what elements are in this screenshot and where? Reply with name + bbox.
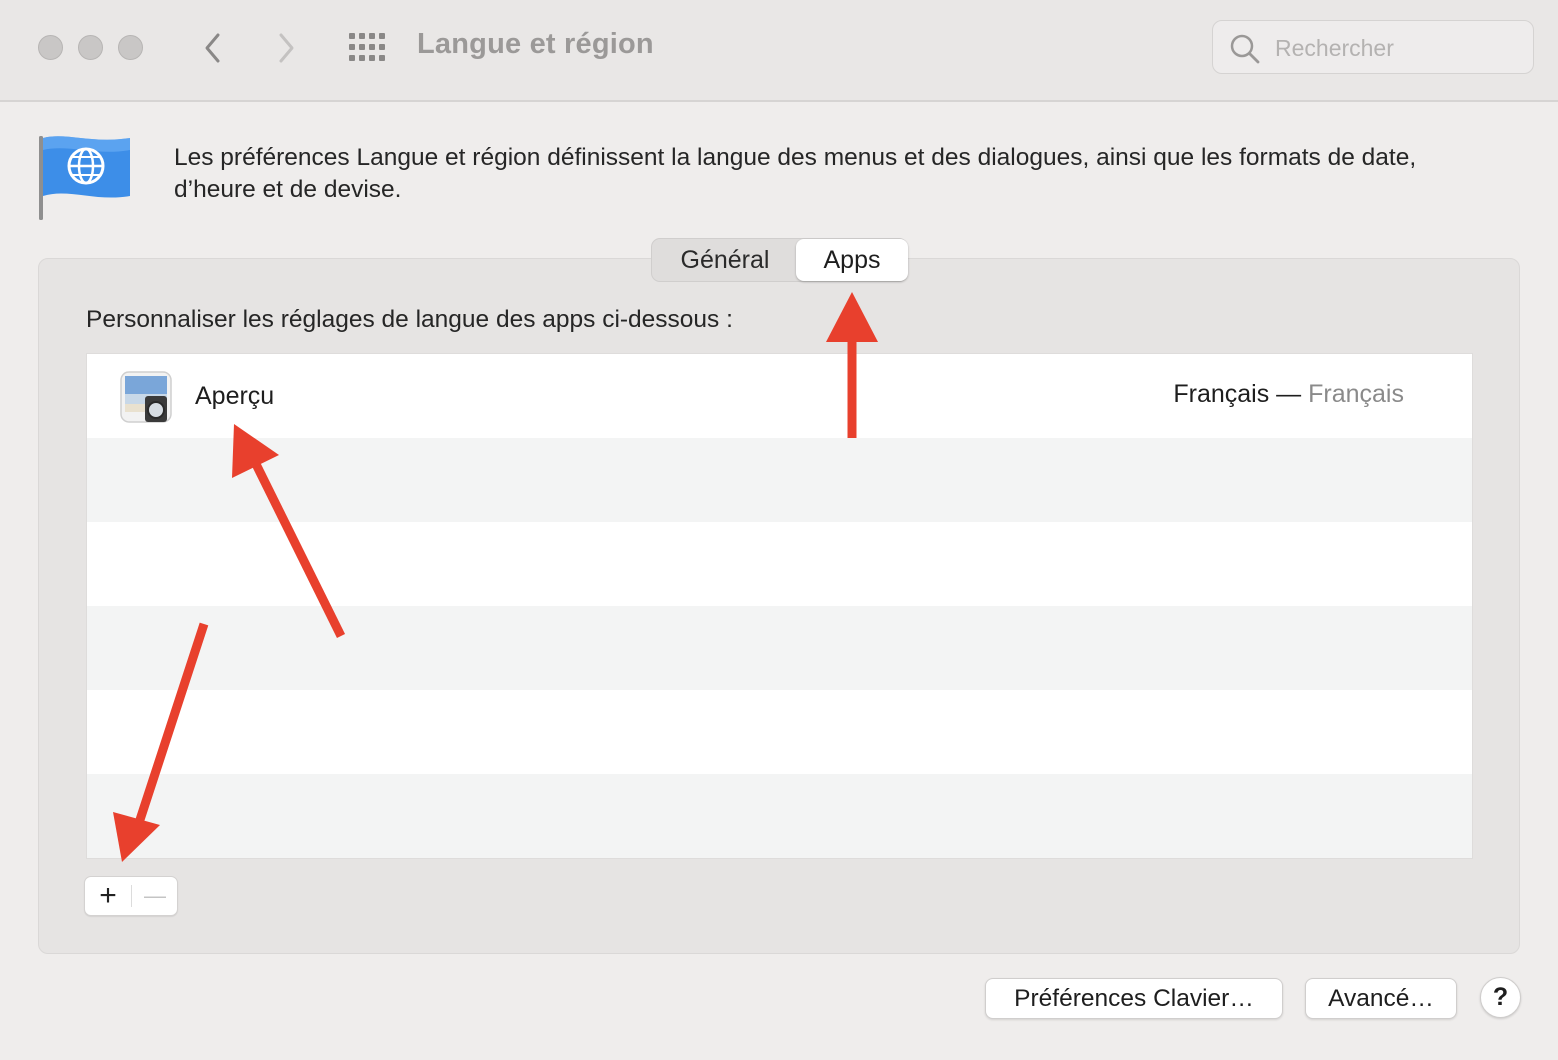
window-title: Langue et région: [417, 28, 654, 60]
back-button[interactable]: [193, 26, 233, 70]
add-app-button[interactable]: +: [85, 877, 131, 915]
empty-list-row: [87, 690, 1472, 774]
list-item-apercu[interactable]: Aperçu Français — Français: [87, 354, 1472, 438]
toolbar: Langue et région: [0, 0, 1558, 102]
advanced-button[interactable]: Avancé…: [1305, 978, 1457, 1019]
app-language-native: Français: [1308, 380, 1404, 408]
preview-app-icon: [120, 371, 172, 423]
show-all-grid-icon[interactable]: [349, 33, 387, 61]
search-icon: [1230, 34, 1260, 64]
preferences-window: Langue et région Les préférences Langue …: [0, 0, 1558, 1060]
close-window-button[interactable]: [38, 35, 63, 60]
empty-list-row: [87, 774, 1472, 858]
app-language[interactable]: Français — Français: [1173, 380, 1404, 409]
tab-apps[interactable]: Apps: [796, 239, 908, 281]
app-language-list: Aperçu Français — Français: [86, 353, 1473, 859]
empty-list-row: [87, 438, 1472, 522]
forward-button[interactable]: [266, 26, 306, 70]
search-field[interactable]: [1212, 20, 1534, 74]
empty-list-row: [87, 606, 1472, 690]
tab-control: Général Apps: [651, 238, 908, 282]
language-region-flag-icon: [39, 136, 130, 220]
remove-icon: —: [144, 883, 166, 908]
add-remove-control: + —: [84, 876, 178, 916]
chevron-right-icon: [279, 33, 294, 63]
button-divider: [131, 885, 132, 907]
help-button[interactable]: ?: [1480, 977, 1521, 1018]
minimize-window-button[interactable]: [78, 35, 103, 60]
app-name: Aperçu: [195, 382, 275, 410]
empty-list-row: [87, 522, 1472, 606]
keyboard-preferences-button[interactable]: Préférences Clavier…: [985, 978, 1283, 1019]
app-language-value: Français: [1173, 380, 1270, 408]
remove-app-button[interactable]: —: [133, 877, 177, 915]
apps-panel-label: Personnaliser les réglages de langue des…: [86, 306, 733, 333]
tab-general[interactable]: Général: [652, 239, 798, 281]
zoom-window-button[interactable]: [118, 35, 143, 60]
search-input[interactable]: [1273, 31, 1527, 65]
pane-description: Les préférences Langue et région définis…: [174, 144, 1417, 203]
chevron-left-icon: [205, 33, 220, 63]
language-separator: —: [1269, 380, 1309, 408]
add-icon: +: [99, 879, 117, 912]
